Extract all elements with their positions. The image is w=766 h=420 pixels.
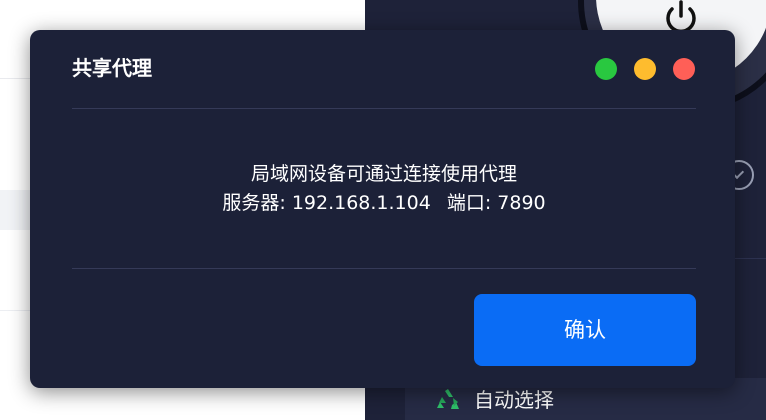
port-label: 端口:: [446, 192, 492, 214]
recycle-icon: [437, 389, 459, 409]
minimize-dot[interactable]: [634, 58, 656, 80]
dialog-divider-top: [72, 108, 696, 109]
port-value: 7890: [497, 192, 546, 214]
close-dot[interactable]: [673, 58, 695, 80]
dialog-message: 局域网设备可通过连接使用代理 服务器: 192.168.1.104 端口: 789…: [72, 160, 696, 218]
server-port-line: 服务器: 192.168.1.104 端口: 7890: [72, 189, 696, 218]
message-line: 局域网设备可通过连接使用代理: [250, 163, 517, 185]
auto-select-label: 自动选择: [474, 388, 554, 412]
server-label: 服务器:: [222, 192, 286, 214]
server-value: 192.168.1.104: [291, 192, 431, 214]
confirm-button[interactable]: 确认: [474, 294, 696, 366]
share-proxy-dialog: 共享代理 局域网设备可通过连接使用代理 服务器: 192.168.1.104 端口…: [30, 30, 735, 388]
maximize-dot[interactable]: [595, 58, 617, 80]
dialog-divider-bottom: [72, 268, 696, 269]
dialog-title: 共享代理: [72, 56, 152, 80]
